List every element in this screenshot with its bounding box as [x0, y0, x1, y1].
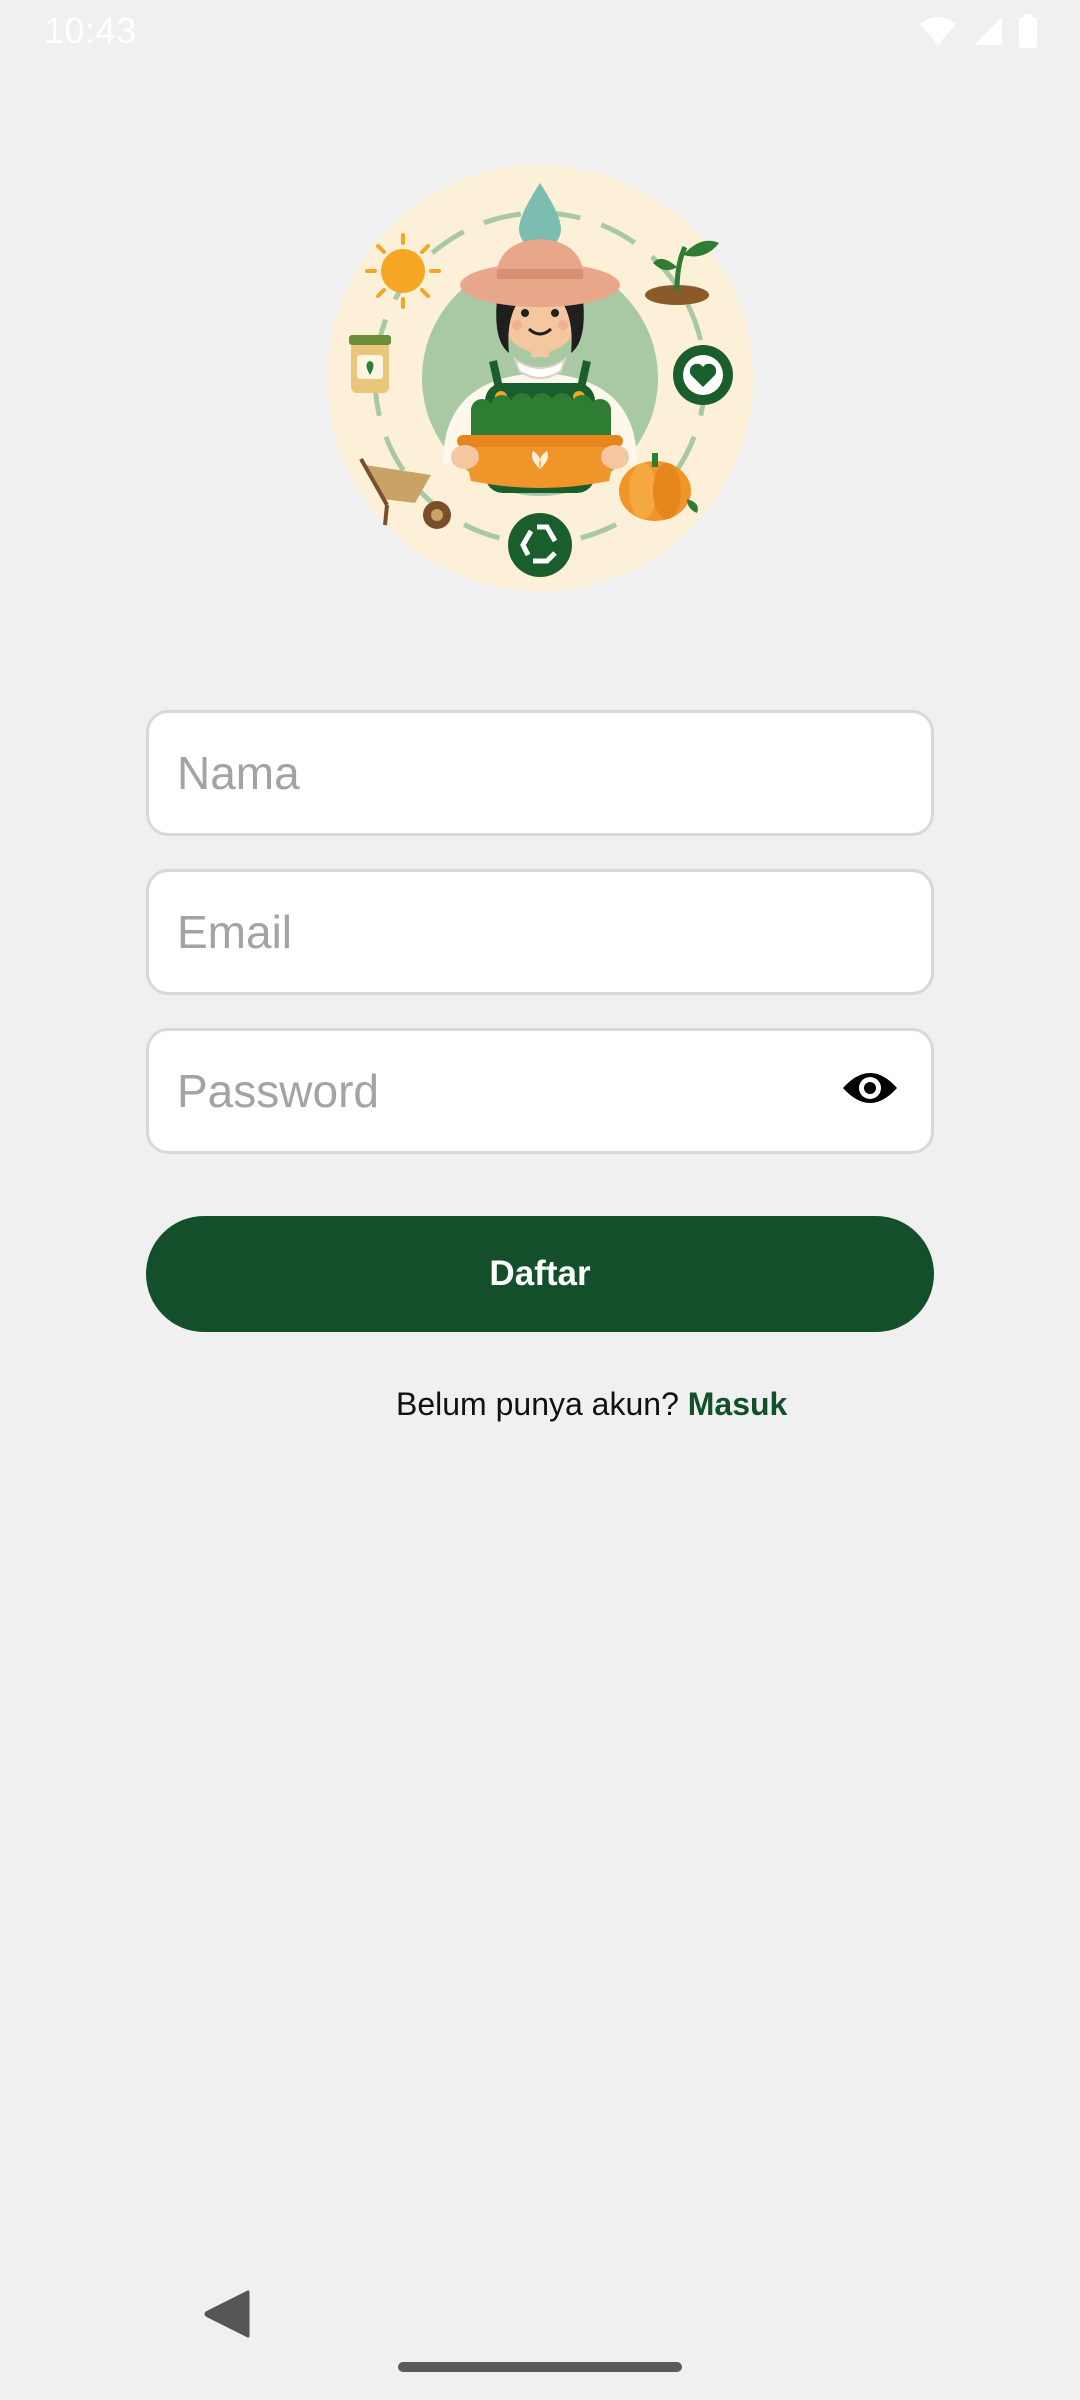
recycle-badge-icon: [508, 513, 572, 577]
name-input[interactable]: [177, 713, 817, 833]
login-prompt-text: Belum punya akun?: [396, 1386, 688, 1422]
heart-badge-icon: [673, 345, 733, 405]
login-prompt: Belum punya akun? Masuk: [0, 1386, 1080, 1423]
back-triangle-icon[interactable]: [204, 2290, 250, 2338]
password-field[interactable]: [146, 1028, 934, 1154]
home-pill[interactable]: [398, 2362, 682, 2372]
farmer-illustration: [327, 165, 753, 591]
jar-icon: [349, 335, 391, 393]
eye-icon[interactable]: [841, 1068, 899, 1108]
password-input[interactable]: [177, 1031, 817, 1151]
wifi-icon: [920, 17, 956, 45]
email-input[interactable]: [177, 872, 817, 992]
register-screen: 10:43 Nama Email Daftar Belum punya akun…: [0, 0, 1080, 2400]
email-field[interactable]: [146, 869, 934, 995]
name-field[interactable]: [146, 710, 934, 836]
register-button[interactable]: Daftar: [146, 1216, 934, 1332]
login-link[interactable]: Masuk: [688, 1386, 788, 1422]
battery-icon: [1019, 14, 1037, 48]
status-time: 10:43: [44, 10, 137, 51]
status-bar: 10:43: [0, 0, 1080, 62]
status-icons: [918, 14, 1038, 48]
signal-icon: [974, 17, 1002, 45]
